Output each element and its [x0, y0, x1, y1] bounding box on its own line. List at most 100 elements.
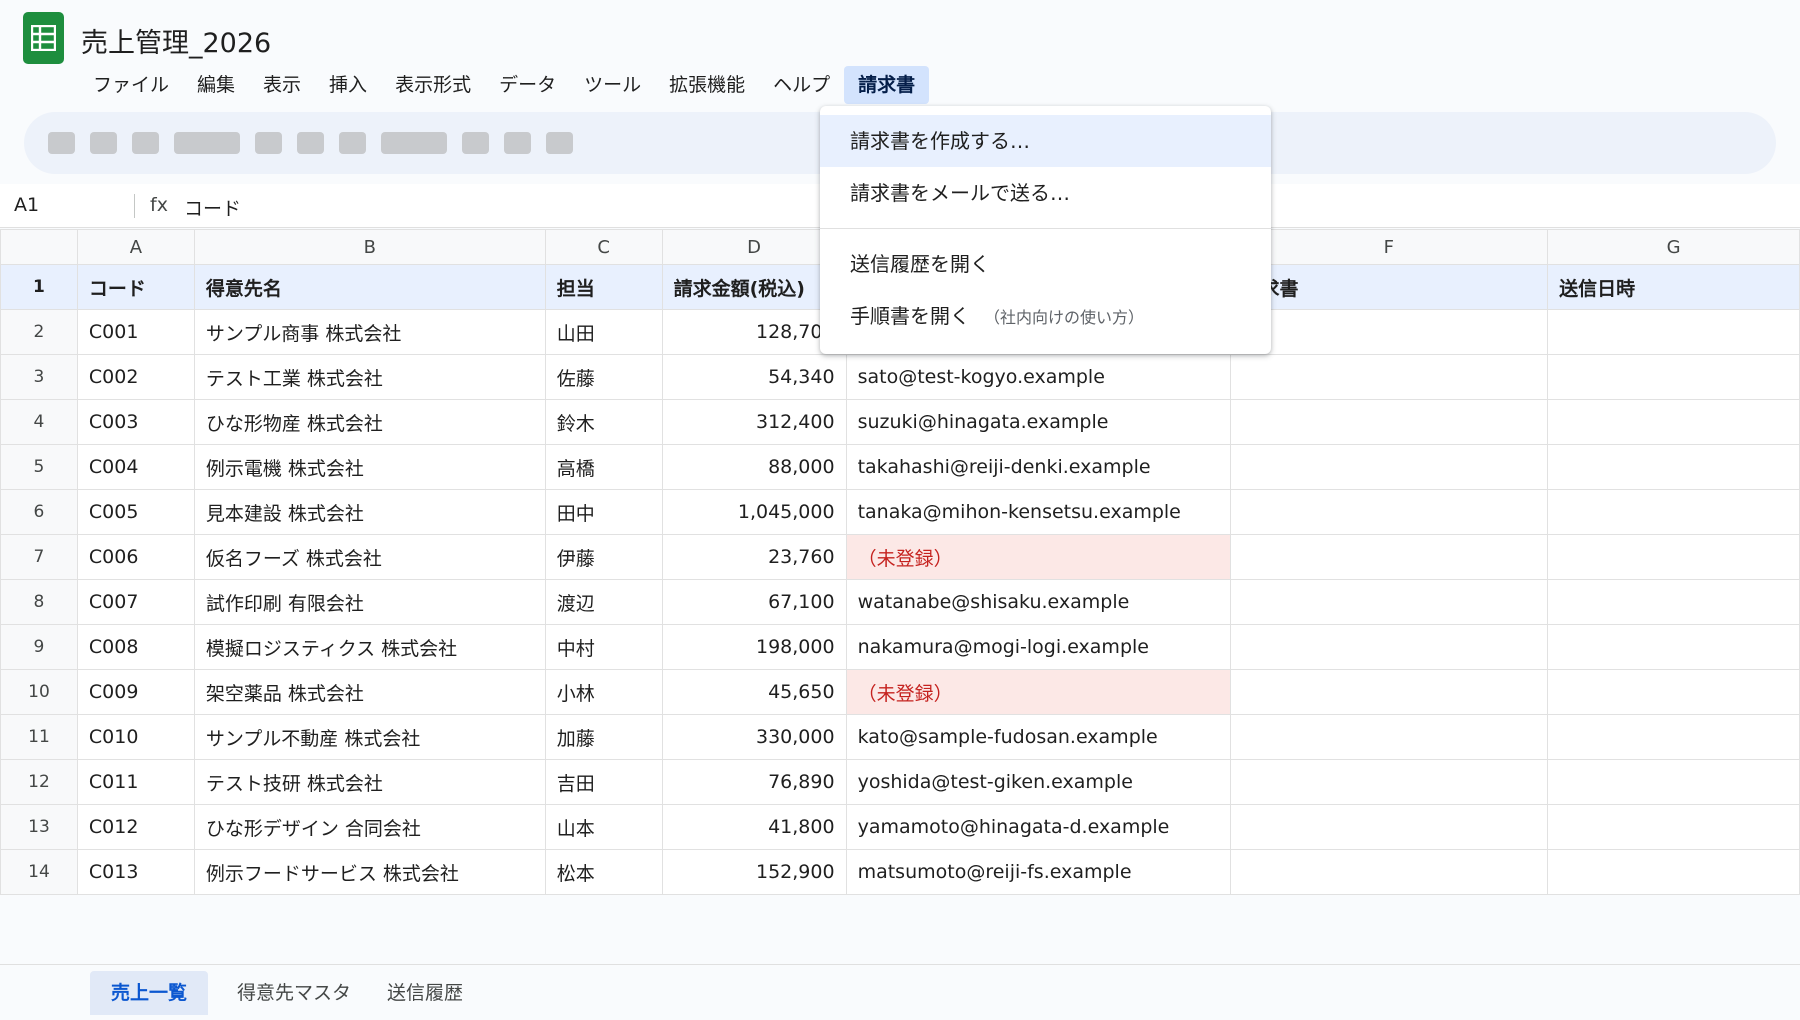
cell-rep[interactable]: 鈴木 [544, 399, 663, 445]
cell-code[interactable]: C003 [76, 399, 195, 445]
menu-extensions[interactable]: 拡張機能 [655, 66, 759, 104]
header-cell-invoice[interactable]: 請求書 [1229, 264, 1549, 310]
column-header-d[interactable]: D [661, 229, 847, 265]
toolbar-currency-button[interactable] [255, 132, 282, 154]
cell-sent-at[interactable] [1547, 534, 1800, 580]
cell-customer[interactable]: 試作印刷 有限会社 [193, 579, 546, 625]
cell-invoice[interactable] [1229, 849, 1549, 895]
cell-sent-at[interactable] [1547, 669, 1800, 715]
cell-invoice[interactable] [1229, 489, 1549, 535]
column-header-a[interactable]: A [76, 229, 195, 265]
cell-amount[interactable]: 128,700 [661, 309, 847, 355]
cell-sent-at[interactable] [1547, 624, 1800, 670]
cell-amount[interactable]: 54,340 [661, 354, 847, 400]
cell-rep[interactable]: 田中 [544, 489, 663, 535]
cell-code[interactable]: C010 [76, 714, 195, 760]
cell-sent-at[interactable] [1547, 354, 1800, 400]
cell-amount[interactable]: 88,000 [661, 444, 847, 490]
sheet-tab-send-history[interactable]: 送信履歴 [366, 971, 484, 1015]
menu-item-create-invoice[interactable]: 請求書を作成する… [820, 115, 1271, 167]
cell-customer[interactable]: ひな形デザイン 合同会社 [193, 804, 546, 850]
formula-input[interactable]: コード [184, 194, 241, 221]
column-header-b[interactable]: B [193, 229, 546, 265]
cell-rep[interactable]: 中村 [544, 624, 663, 670]
cell-email[interactable]: sato@test-kogyo.example [845, 354, 1231, 400]
cell-customer[interactable]: サンプル不動産 株式会社 [193, 714, 546, 760]
header-cell-customer[interactable]: 得意先名 [193, 264, 546, 310]
cell-email[interactable]: takahashi@reiji-denki.example [845, 444, 1231, 490]
cell-amount[interactable]: 198,000 [661, 624, 847, 670]
column-header-c[interactable]: C [544, 229, 663, 265]
header-cell-code[interactable]: コード [76, 264, 195, 310]
row-header[interactable]: 3 [0, 354, 78, 400]
sheet-tab-sales-list[interactable]: 売上一覧 [90, 971, 209, 1015]
toolbar-decimal-button[interactable] [339, 132, 366, 154]
row-header[interactable]: 1 [0, 264, 78, 310]
cell-amount[interactable]: 23,760 [661, 534, 847, 580]
cell-code[interactable]: C001 [76, 309, 195, 355]
menu-format[interactable]: 表示形式 [381, 66, 485, 104]
cell-code[interactable]: C011 [76, 759, 195, 805]
cell-invoice[interactable] [1229, 714, 1549, 760]
toolbar-percent-button[interactable] [297, 132, 324, 154]
menu-file[interactable]: ファイル [79, 66, 183, 104]
cell-amount[interactable]: 312,400 [661, 399, 847, 445]
sheet-tab-customer-master[interactable]: 得意先マスタ [216, 971, 372, 1015]
cell-customer[interactable]: 架空薬品 株式会社 [193, 669, 546, 715]
toolbar-bold-button[interactable] [462, 132, 489, 154]
cell-amount[interactable]: 67,100 [661, 579, 847, 625]
cell-amount[interactable]: 45,650 [661, 669, 847, 715]
toolbar-undo-button[interactable] [48, 132, 75, 154]
cell-customer[interactable]: 模擬ロジスティクス 株式会社 [193, 624, 546, 670]
cell-email[interactable]: （未登録） [845, 534, 1231, 580]
cell-invoice[interactable] [1229, 804, 1549, 850]
cell-customer[interactable]: 例示フードサービス 株式会社 [193, 849, 546, 895]
cell-rep[interactable]: 小林 [544, 669, 663, 715]
menu-invoice[interactable]: 請求書 [844, 66, 930, 104]
toolbar-zoom-select[interactable] [174, 132, 240, 154]
menu-edit[interactable]: 編集 [183, 66, 249, 104]
cell-sent-at[interactable] [1547, 309, 1800, 355]
row-header[interactable]: 10 [0, 669, 78, 715]
cell-invoice[interactable] [1229, 444, 1549, 490]
sheets-logo-icon[interactable] [23, 12, 64, 64]
cell-sent-at[interactable] [1547, 444, 1800, 490]
cell-amount[interactable]: 76,890 [661, 759, 847, 805]
toolbar-italic-button[interactable] [504, 132, 531, 154]
cell-customer[interactable]: サンプル商事 株式会社 [193, 309, 546, 355]
cell-email[interactable]: yamamoto@hinagata-d.example [845, 804, 1231, 850]
header-cell-rep[interactable]: 担当 [544, 264, 663, 310]
cell-sent-at[interactable] [1547, 849, 1800, 895]
cell-rep[interactable]: 山田 [544, 309, 663, 355]
cell-rep[interactable]: 伊藤 [544, 534, 663, 580]
cell-code[interactable]: C012 [76, 804, 195, 850]
cell-amount[interactable]: 41,800 [661, 804, 847, 850]
toolbar-redo-button[interactable] [90, 132, 117, 154]
header-cell-sent-at[interactable]: 送信日時 [1547, 264, 1800, 310]
cell-rep[interactable]: 高橋 [544, 444, 663, 490]
cell-invoice[interactable] [1229, 624, 1549, 670]
cell-email[interactable]: tanaka@mihon-kensetsu.example [845, 489, 1231, 535]
cell-sent-at[interactable] [1547, 714, 1800, 760]
row-header[interactable]: 2 [0, 309, 78, 355]
cell-invoice[interactable] [1229, 669, 1549, 715]
cell-rep[interactable]: 渡辺 [544, 579, 663, 625]
header-cell-amount[interactable]: 請求金額(税込) [661, 264, 847, 310]
name-box[interactable]: A1 [14, 194, 39, 216]
toolbar-print-button[interactable] [132, 132, 159, 154]
cell-invoice[interactable] [1229, 759, 1549, 805]
select-all-corner[interactable] [0, 229, 78, 265]
cell-rep[interactable]: 加藤 [544, 714, 663, 760]
cell-code[interactable]: C013 [76, 849, 195, 895]
cell-customer[interactable]: 仮名フーズ 株式会社 [193, 534, 546, 580]
toolbar-font-select[interactable] [381, 132, 447, 154]
cell-invoice[interactable] [1229, 309, 1549, 355]
cell-invoice[interactable] [1229, 354, 1549, 400]
row-header[interactable]: 14 [0, 849, 78, 895]
cell-rep[interactable]: 松本 [544, 849, 663, 895]
cell-sent-at[interactable] [1547, 399, 1800, 445]
row-header[interactable]: 6 [0, 489, 78, 535]
cell-email[interactable]: kato@sample-fudosan.example [845, 714, 1231, 760]
cell-customer[interactable]: 見本建設 株式会社 [193, 489, 546, 535]
cell-sent-at[interactable] [1547, 579, 1800, 625]
